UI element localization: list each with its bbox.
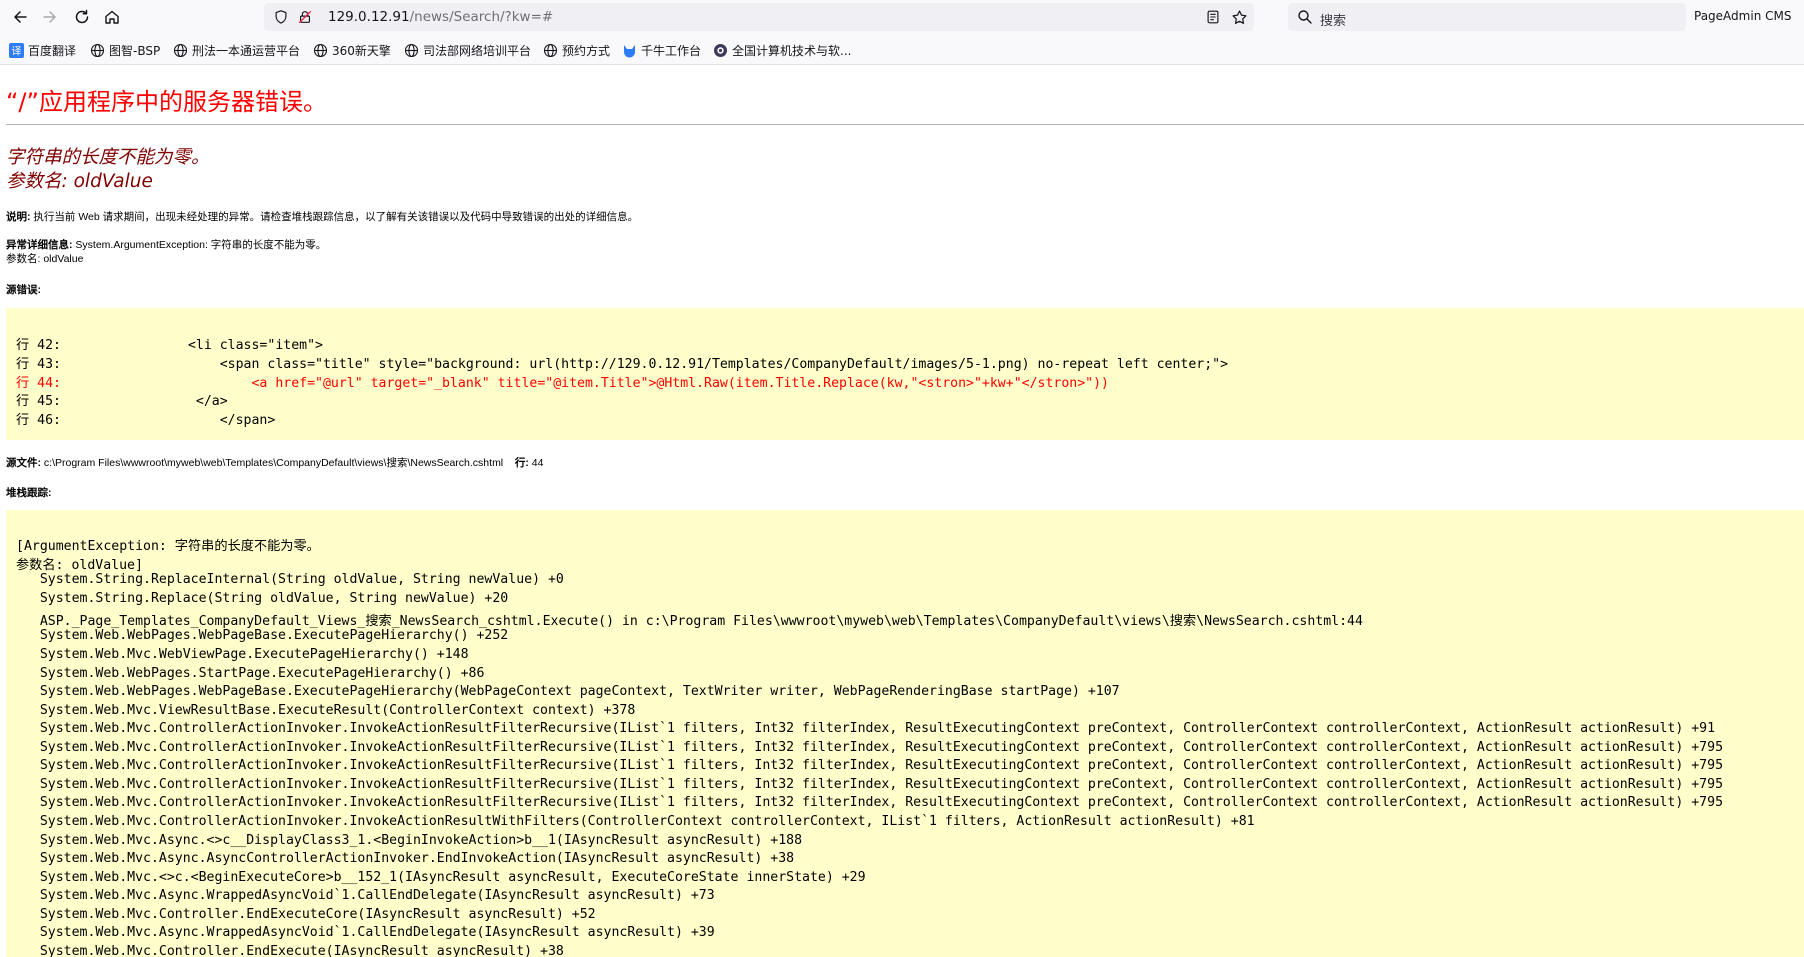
- stack-line: System.Web.WebPages.WebPageBase.ExecuteP…: [16, 628, 509, 643]
- home-button[interactable]: [100, 5, 124, 29]
- exception-details: 异常详细信息: System.ArgumentException: 字符串的长度…: [6, 237, 326, 252]
- stack-trace-heading: 堆栈跟踪:: [6, 485, 52, 500]
- globe-icon: [543, 43, 558, 58]
- stack-line: System.Web.Mvc.ControllerActionInvoker.I…: [16, 777, 1724, 792]
- bookmark-label: 百度翻译: [28, 43, 77, 58]
- stack-line: System.String.ReplaceInternal(String old…: [16, 572, 564, 587]
- bookmarks-bar: 译 百度翻译 图智-BSP 刑法一本通运营平台 360新天擎 司法部网络培训平台…: [0, 34, 1804, 65]
- stack-line: System.String.Replace(String oldValue, S…: [16, 591, 509, 606]
- reload-button[interactable]: [70, 5, 94, 29]
- source-line: 行 46: </span>: [16, 413, 276, 428]
- error-parameter: 参数名: oldValue: [6, 171, 153, 192]
- stack-line: System.Web.Mvc.Async.WrappedAsyncVoid`1.…: [16, 925, 715, 940]
- bookmark-label: 预约方式: [562, 43, 611, 58]
- pageadmin-extension-label[interactable]: PageAdmin CMS: [1694, 9, 1791, 23]
- stack-line: System.Web.Mvc.WebViewPage.ExecutePageHi…: [16, 647, 469, 662]
- bookmark-label: 千牛工作台: [641, 43, 702, 58]
- back-arrow-icon: [14, 11, 27, 23]
- stack-line: ASP._Page_Templates_CompanyDefault_Views…: [16, 614, 1363, 629]
- stack-line: System.Web.WebPages.WebPageBase.ExecuteP…: [16, 684, 1120, 699]
- stack-trace-label: 堆栈跟踪:: [6, 487, 52, 499]
- stack-line: System.Web.WebPages.StartPage.ExecutePag…: [16, 666, 485, 681]
- bookmark-label: 图智-BSP: [109, 43, 161, 58]
- translate-icon: 译: [9, 42, 24, 58]
- url-text[interactable]: 129.0.12.91/news/Search/?kw=#: [328, 9, 553, 25]
- back-button[interactable]: [8, 5, 32, 29]
- stack-line: System.Web.Mvc.ControllerActionInvoker.I…: [16, 814, 1255, 829]
- page-content: “/”应用程序中的服务器错误。 字符串的长度不能为零。 参数名: oldValu…: [0, 66, 1804, 957]
- bookmark-item-justice-training[interactable]: 司法部网络培训平台: [404, 41, 531, 59]
- stack-line: System.Web.Mvc.Controller.EndExecute(IAs…: [16, 944, 564, 957]
- reader-view-icon[interactable]: [1204, 8, 1222, 26]
- bookmark-item-criminal-law[interactable]: 刑法一本通运营平台: [173, 41, 300, 59]
- source-file-info: 源文件: c:\Program Files\wwwroot\myweb\web\…: [6, 455, 543, 470]
- insecure-lock-icon[interactable]: [296, 8, 314, 26]
- divider: [6, 124, 1804, 125]
- error-message: 字符串的长度不能为零。: [6, 147, 210, 168]
- stack-trace-block: [ArgumentException: 字符串的长度不能为零。 参数名: old…: [6, 510, 1804, 957]
- bookmark-item-baidu-translate[interactable]: 译 百度翻译: [9, 41, 76, 59]
- search-bar[interactable]: 搜索: [1288, 3, 1686, 31]
- bookmark-item-360[interactable]: 360新天擎: [313, 41, 391, 59]
- source-line: 行 43: <span class="title" style="backgro…: [16, 357, 1229, 372]
- stack-line: System.Web.Mvc.<>c.<BeginExecuteCore>b__…: [16, 870, 866, 885]
- bookmark-star-icon[interactable]: [1230, 8, 1248, 26]
- bookmark-item-booking[interactable]: 预约方式: [543, 41, 610, 59]
- bookmark-label: 全国计算机技术与软...: [732, 43, 852, 58]
- globe-icon: [90, 43, 105, 58]
- stack-line: 参数名: oldValue]: [16, 558, 143, 573]
- bookmark-item-tuzhi-bsp[interactable]: 图智-BSP: [90, 41, 160, 59]
- bookmark-item-computer-exam[interactable]: 全国计算机技术与软...: [713, 41, 851, 59]
- forward-button[interactable]: [38, 5, 62, 29]
- forward-arrow-icon: [43, 11, 56, 23]
- globe-icon: [404, 43, 419, 58]
- qianniu-icon: [622, 43, 637, 58]
- shield-icon[interactable]: [272, 8, 290, 26]
- line-value: 44: [528, 457, 544, 469]
- page-title: “/”应用程序中的服务器错误。: [6, 88, 327, 116]
- home-icon: [105, 10, 119, 24]
- source-line-highlighted: 行 44: <a href="@url" target="_blank" tit…: [16, 376, 1109, 391]
- stack-line: System.Web.Mvc.Async.WrappedAsyncVoid`1.…: [16, 888, 715, 903]
- url-host: 129.0.12.91: [328, 9, 410, 25]
- source-error-label: 源错误:: [6, 284, 41, 296]
- search-icon: [1298, 10, 1312, 24]
- address-bar[interactable]: 129.0.12.91/news/Search/?kw=#: [264, 3, 1254, 31]
- stack-line: System.Web.Mvc.Controller.EndExecuteCore…: [16, 907, 596, 922]
- search-placeholder: 搜索: [1320, 14, 1347, 29]
- svg-text:译: 译: [12, 45, 22, 57]
- exception-param: 参数名: oldValue: [6, 253, 84, 265]
- bookmark-label: 司法部网络培训平台: [423, 43, 532, 58]
- url-path: /news/Search/?kw=#: [409, 9, 554, 25]
- description-text: 执行当前 Web 请求期间，出现未经处理的异常。请检查堆栈跟踪信息，以了解有关该…: [30, 211, 639, 223]
- source-code-block: 行 42: <li class="item"> 行 43: <span clas…: [6, 308, 1804, 440]
- source-line: 行 45: </a>: [16, 394, 228, 409]
- globe-icon: [173, 43, 188, 58]
- bookmark-label: 刑法一本通运营平台: [192, 43, 301, 58]
- browser-toolbar: 129.0.12.91/news/Search/?kw=# 搜索 PageAdm…: [0, 0, 1804, 34]
- bookmark-item-qianniu[interactable]: 千牛工作台: [622, 41, 701, 59]
- exception-text: System.ArgumentException: 字符串的长度不能为零。: [72, 239, 327, 251]
- stack-line: System.Web.Mvc.ControllerActionInvoker.I…: [16, 721, 1716, 736]
- bookmark-label: 360新天擎: [332, 43, 391, 58]
- stack-line: [ArgumentException: 字符串的长度不能为零。: [16, 539, 320, 554]
- line-label: 行:: [514, 457, 529, 469]
- eye-icon: [713, 43, 728, 58]
- stack-line: System.Web.Mvc.Async.AsyncControllerActi…: [16, 851, 795, 866]
- reload-icon: [75, 9, 89, 24]
- stack-line: System.Web.Mvc.Async.<>c__DisplayClass3_…: [16, 833, 803, 848]
- description-label: 说明:: [6, 211, 31, 223]
- source-file-path: c:\Program Files\wwwroot\myweb\web\Templ…: [41, 457, 504, 469]
- exception-label: 异常详细信息:: [6, 239, 73, 251]
- globe-icon: [313, 43, 328, 58]
- stack-line: System.Web.Mvc.ControllerActionInvoker.I…: [16, 740, 1724, 755]
- stack-line: System.Web.Mvc.ControllerActionInvoker.I…: [16, 758, 1724, 773]
- source-error-heading: 源错误:: [6, 282, 41, 297]
- description: 说明: 执行当前 Web 请求期间，出现未经处理的异常。请检查堆栈跟踪信息，以了…: [6, 209, 638, 224]
- source-file-label: 源文件:: [6, 457, 41, 469]
- stack-line: System.Web.Mvc.ControllerActionInvoker.I…: [16, 795, 1724, 810]
- stack-line: System.Web.Mvc.ViewResultBase.ExecuteRes…: [16, 703, 636, 718]
- source-line: 行 42: <li class="item">: [16, 338, 323, 353]
